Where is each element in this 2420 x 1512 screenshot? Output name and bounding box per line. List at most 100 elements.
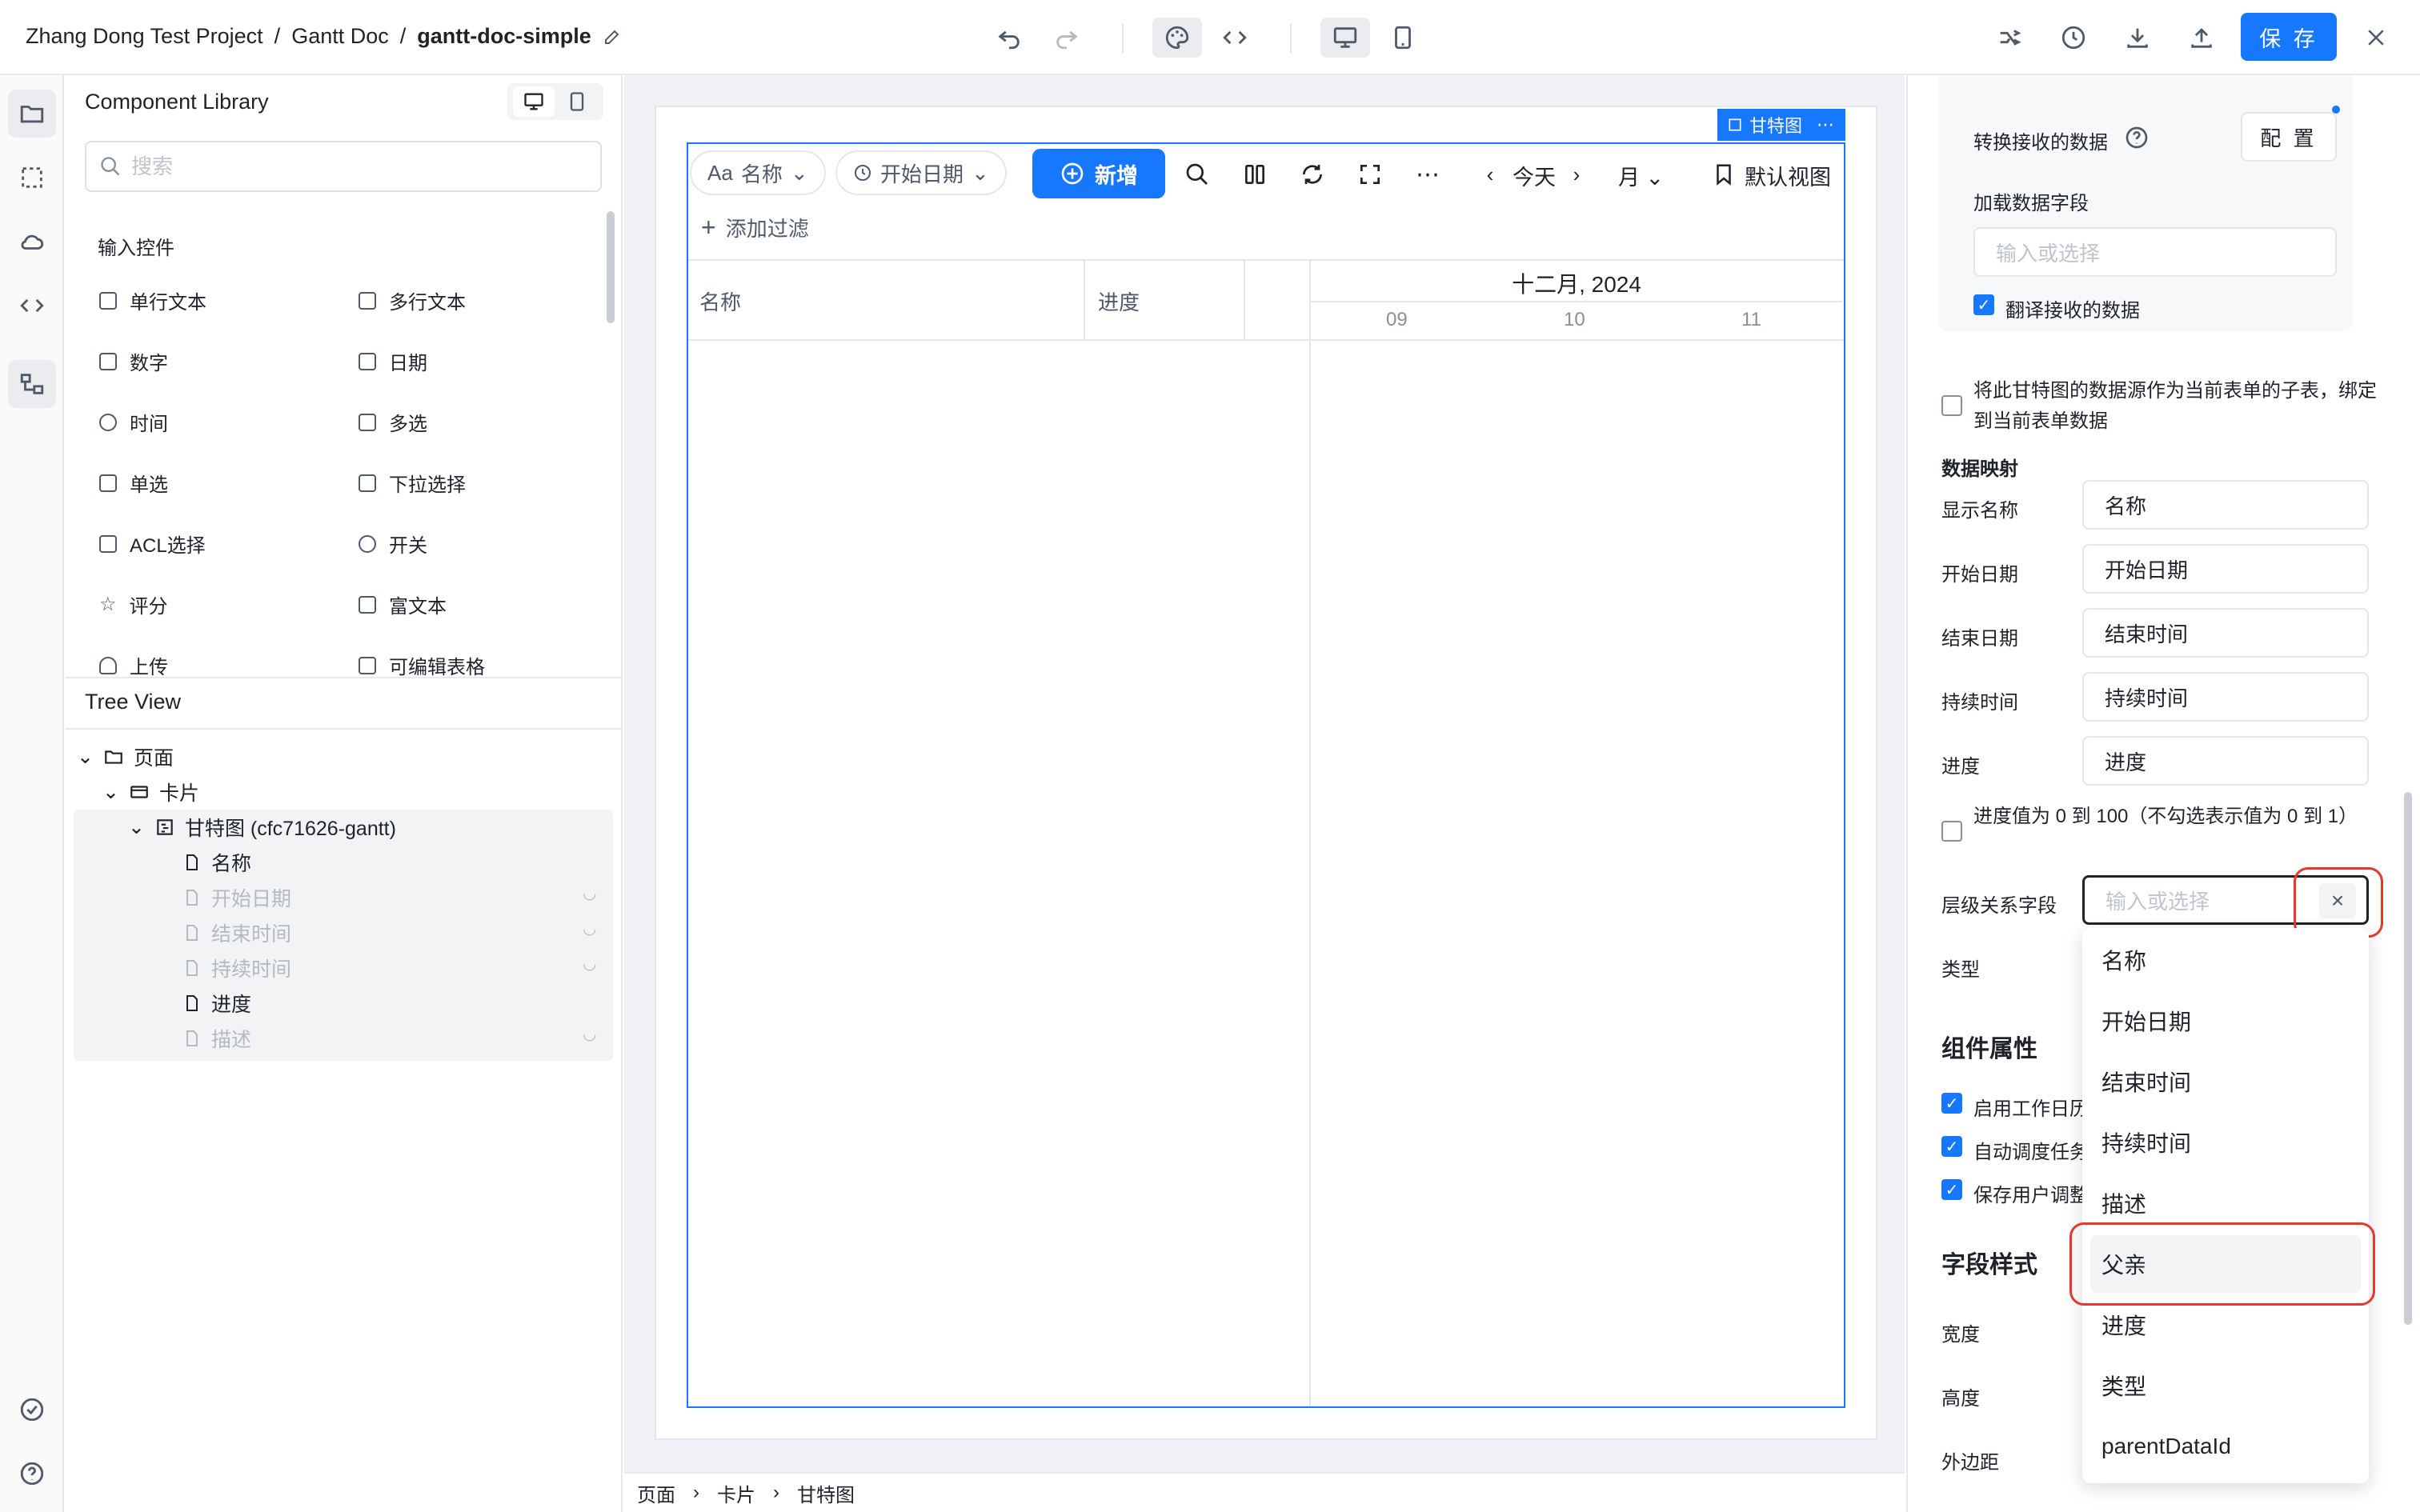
mobile-view-button[interactable] xyxy=(1378,18,1428,58)
crumb-doc[interactable]: Gantt Doc xyxy=(291,24,389,49)
tree-node-field[interactable]: 结束时间 xyxy=(182,915,291,950)
status-crumb[interactable]: 卡片 xyxy=(717,1479,755,1507)
comp-radio[interactable]: 单选 xyxy=(99,469,168,497)
tree-node-field[interactable]: 描述 xyxy=(182,1021,251,1056)
hidden-eye-icon[interactable]: ◡ xyxy=(583,1024,602,1044)
rail-code-button[interactable] xyxy=(8,282,56,330)
dropdown-option[interactable]: parentDataId xyxy=(2082,1418,2369,1475)
comp-upload[interactable]: 上传 xyxy=(99,651,168,679)
more-button[interactable]: ⋯ xyxy=(1410,157,1445,192)
dropdown-option[interactable]: 开始日期 xyxy=(2082,992,2369,1050)
mapping-progress[interactable]: 进度 xyxy=(2082,736,2369,786)
rail-select-button[interactable] xyxy=(8,154,56,202)
hidden-eye-icon[interactable]: ◡ xyxy=(583,883,602,903)
tree-node-gantt[interactable]: ⌄ 甘特图 (cfc71626-gantt) xyxy=(128,810,396,845)
upload-button[interactable] xyxy=(2177,18,2226,58)
history-button[interactable] xyxy=(2049,18,2098,58)
status-crumb[interactable]: 页面 xyxy=(637,1479,675,1507)
redo-button[interactable] xyxy=(1042,18,1092,58)
view-mode-select[interactable]: 月 ⌄ xyxy=(1618,160,1664,191)
dropdown-option[interactable]: 持续时间 xyxy=(2082,1114,2369,1171)
load-field-input[interactable]: 输入或选择 xyxy=(1973,227,2337,277)
columns-button[interactable] xyxy=(1237,157,1272,192)
date-field-pill[interactable]: 开始日期 ⌄ xyxy=(835,150,1007,195)
theme-button[interactable] xyxy=(1152,18,1202,58)
comp-acl[interactable]: ACL选择 xyxy=(99,530,206,558)
desktop-toggle[interactable] xyxy=(513,86,555,117)
mobile-toggle[interactable] xyxy=(556,86,598,117)
library-search-input[interactable] xyxy=(131,154,579,179)
column-header-name[interactable]: 名称 xyxy=(699,286,741,316)
prop-checkbox[interactable]: ✓ xyxy=(1941,1136,1962,1157)
branch-button[interactable] xyxy=(1985,18,2034,58)
comp-single-text[interactable]: 单行文本 xyxy=(99,286,206,314)
status-crumb[interactable]: 甘特图 xyxy=(797,1479,855,1507)
subtable-checkbox[interactable] xyxy=(1941,395,1962,416)
tree-node-field[interactable]: 开始日期 xyxy=(182,880,291,915)
tree-node-field[interactable]: 名称 xyxy=(182,845,251,880)
progress-range-checkbox[interactable] xyxy=(1941,821,1962,842)
comp-date[interactable]: 日期 xyxy=(359,347,427,375)
next-period-button[interactable]: › xyxy=(1559,157,1594,192)
today-button[interactable]: 今天 xyxy=(1512,160,1556,191)
comp-multi-text[interactable]: 多行文本 xyxy=(359,286,466,314)
gantt-selection-tag[interactable]: 甘特图 ⋯ xyxy=(1717,109,1845,141)
download-button[interactable] xyxy=(2113,18,2162,58)
mapping-display-name[interactable]: 名称 xyxy=(2082,480,2369,530)
prop-checkbox[interactable]: ✓ xyxy=(1941,1093,1962,1114)
comp-editable-table[interactable]: 可编辑表格 xyxy=(359,651,485,679)
fullscreen-button[interactable] xyxy=(1352,157,1388,192)
width-label: 宽度 xyxy=(1941,1324,1980,1346)
tree-node-field[interactable]: 进度 xyxy=(182,986,251,1021)
dropdown-option[interactable]: 类型 xyxy=(2082,1357,2369,1414)
mapping-duration[interactable]: 持续时间 xyxy=(2082,672,2369,722)
tree-node-field[interactable]: 持续时间 xyxy=(182,950,291,986)
prop-checkbox[interactable]: ✓ xyxy=(1941,1179,1962,1200)
bookmark-button[interactable] xyxy=(1706,157,1741,192)
translate-checkbox[interactable]: ✓ xyxy=(1973,294,1994,315)
gantt-search-button[interactable] xyxy=(1180,157,1215,192)
comp-dropdown[interactable]: 下拉选择 xyxy=(359,469,466,497)
add-filter-button[interactable]: + 添加过滤 xyxy=(701,213,809,242)
gantt-tag-label: 甘特图 xyxy=(1749,116,1803,136)
rail-cloud-button[interactable] xyxy=(8,218,56,266)
save-button[interactable]: 保 存 xyxy=(2241,13,2337,61)
dropdown-option[interactable]: 名称 xyxy=(2082,931,2369,989)
code-button[interactable] xyxy=(1210,18,1260,58)
prev-period-button[interactable]: ‹ xyxy=(1472,157,1508,192)
panel-scrollbar[interactable] xyxy=(2404,792,2412,1325)
hidden-eye-icon[interactable]: ◡ xyxy=(583,954,602,974)
rail-folder-button[interactable] xyxy=(8,90,56,138)
mapping-start-date[interactable]: 开始日期 xyxy=(2082,544,2369,594)
config-button[interactable]: 配 置 xyxy=(2241,112,2337,162)
tree-node-card[interactable]: ⌄ 卡片 xyxy=(102,774,199,810)
close-button[interactable] xyxy=(2351,18,2401,58)
question-icon[interactable] xyxy=(2124,125,2150,154)
comp-switch[interactable]: 开关 xyxy=(359,530,427,558)
divider xyxy=(1122,24,1124,53)
pencil-icon[interactable] xyxy=(603,27,622,46)
rail-check-button[interactable] xyxy=(8,1386,56,1434)
crumb-project[interactable]: Zhang Dong Test Project xyxy=(26,24,263,49)
tree-node-page[interactable]: ⌄ 页面 xyxy=(77,739,174,774)
default-view-label[interactable]: 默认视图 xyxy=(1745,160,1831,191)
library-scrollbar[interactable] xyxy=(607,211,615,323)
hidden-eye-icon[interactable]: ◡ xyxy=(583,918,602,938)
column-header-progress[interactable]: 进度 xyxy=(1098,286,1140,316)
more-icon[interactable]: ⋯ xyxy=(1817,114,1834,135)
rail-tree-button[interactable] xyxy=(8,360,56,408)
comp-richtext[interactable]: 富文本 xyxy=(359,590,447,618)
add-task-button[interactable]: 新增 xyxy=(1032,149,1165,198)
comp-rating[interactable]: ☆ 评分 xyxy=(99,590,168,618)
file-icon xyxy=(186,854,198,870)
comp-time[interactable]: 时间 xyxy=(99,408,168,436)
mapping-end-date[interactable]: 结束时间 xyxy=(2082,608,2369,658)
dropdown-option[interactable]: 结束时间 xyxy=(2082,1053,2369,1110)
comp-multi-select[interactable]: 多选 xyxy=(359,408,427,436)
comp-number[interactable]: 数字 xyxy=(99,347,168,375)
desktop-view-button[interactable] xyxy=(1320,18,1370,58)
undo-button[interactable] xyxy=(984,18,1034,58)
name-field-pill[interactable]: Aa 名称 ⌄ xyxy=(690,150,826,195)
rail-help-button[interactable] xyxy=(8,1450,56,1498)
refresh-button[interactable] xyxy=(1295,157,1330,192)
